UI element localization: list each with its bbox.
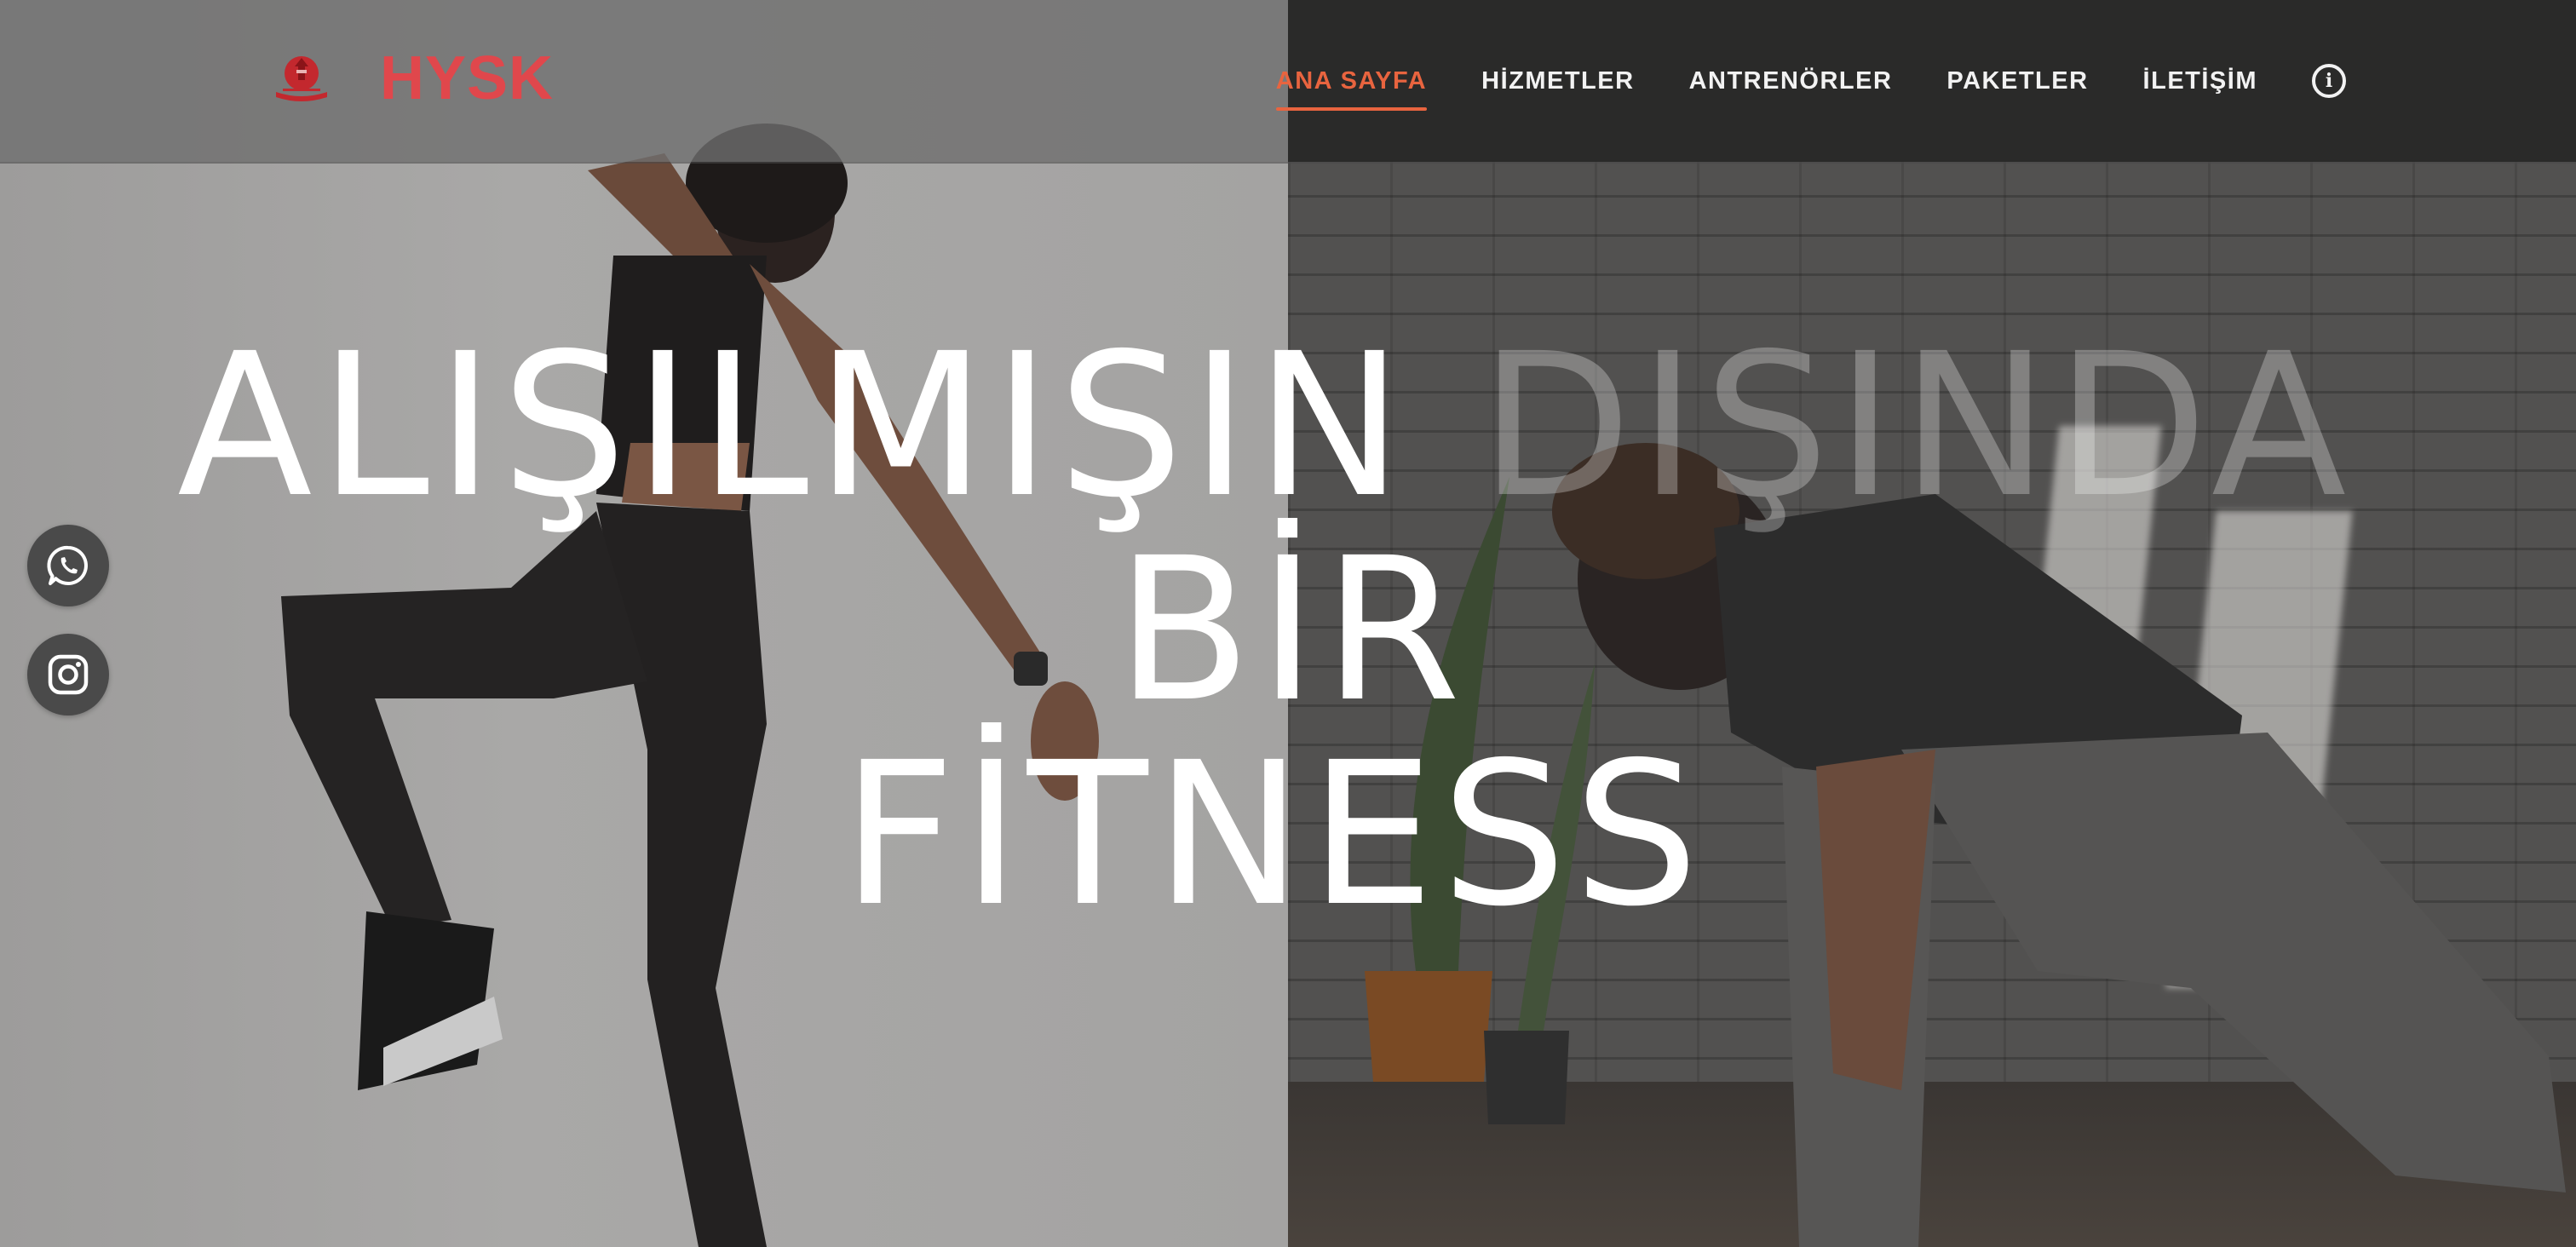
- nav-item-packages[interactable]: PAKETLER: [1946, 60, 2088, 102]
- nav-item-contact[interactable]: İLETİŞİM: [2143, 60, 2257, 102]
- landing-page: HYSK ANA SAYFA HİZMETLER ANTRENÖRLER PAK…: [0, 0, 2576, 1247]
- hero-photo-left: [0, 0, 1288, 1247]
- info-circle-icon[interactable]: i: [2312, 64, 2346, 98]
- navbar-tint-left: [0, 0, 1288, 162]
- woman-athlete-photo: [281, 124, 1099, 1247]
- brand-name[interactable]: HYSK: [380, 44, 554, 112]
- top-navbar: HYSK ANA SAYFA HİZMETLER ANTRENÖRLER PAK…: [0, 0, 2576, 164]
- headline-line-1: ALIŞILMIŞIN DIŞINDA: [177, 324, 2353, 528]
- whatsapp-button[interactable]: [27, 525, 109, 606]
- nav-item-services[interactable]: HİZMETLER: [1481, 60, 1634, 102]
- man-stretching-photo: [1365, 443, 2566, 1247]
- instagram-icon: [48, 654, 89, 695]
- logo-emblem-icon[interactable]: [271, 51, 332, 106]
- main-nav: ANA SAYFA HİZMETLER ANTRENÖRLER PAKETLER…: [1275, 60, 2346, 111]
- hero-photo-right: [1288, 0, 2576, 1247]
- nav-item-trainers[interactable]: ANTRENÖRLER: [1689, 60, 1893, 102]
- headline-line-3: FİTNESS: [842, 720, 1706, 950]
- instagram-button[interactable]: [27, 634, 109, 715]
- headline-word-main: ALIŞILMIŞIN: [177, 311, 1411, 541]
- whatsapp-icon: [47, 545, 88, 585]
- headline-line-2: BİR: [1116, 515, 1468, 745]
- headline-word-faded: DIŞINDA: [1479, 311, 2354, 541]
- nav-item-home[interactable]: ANA SAYFA: [1275, 60, 1428, 111]
